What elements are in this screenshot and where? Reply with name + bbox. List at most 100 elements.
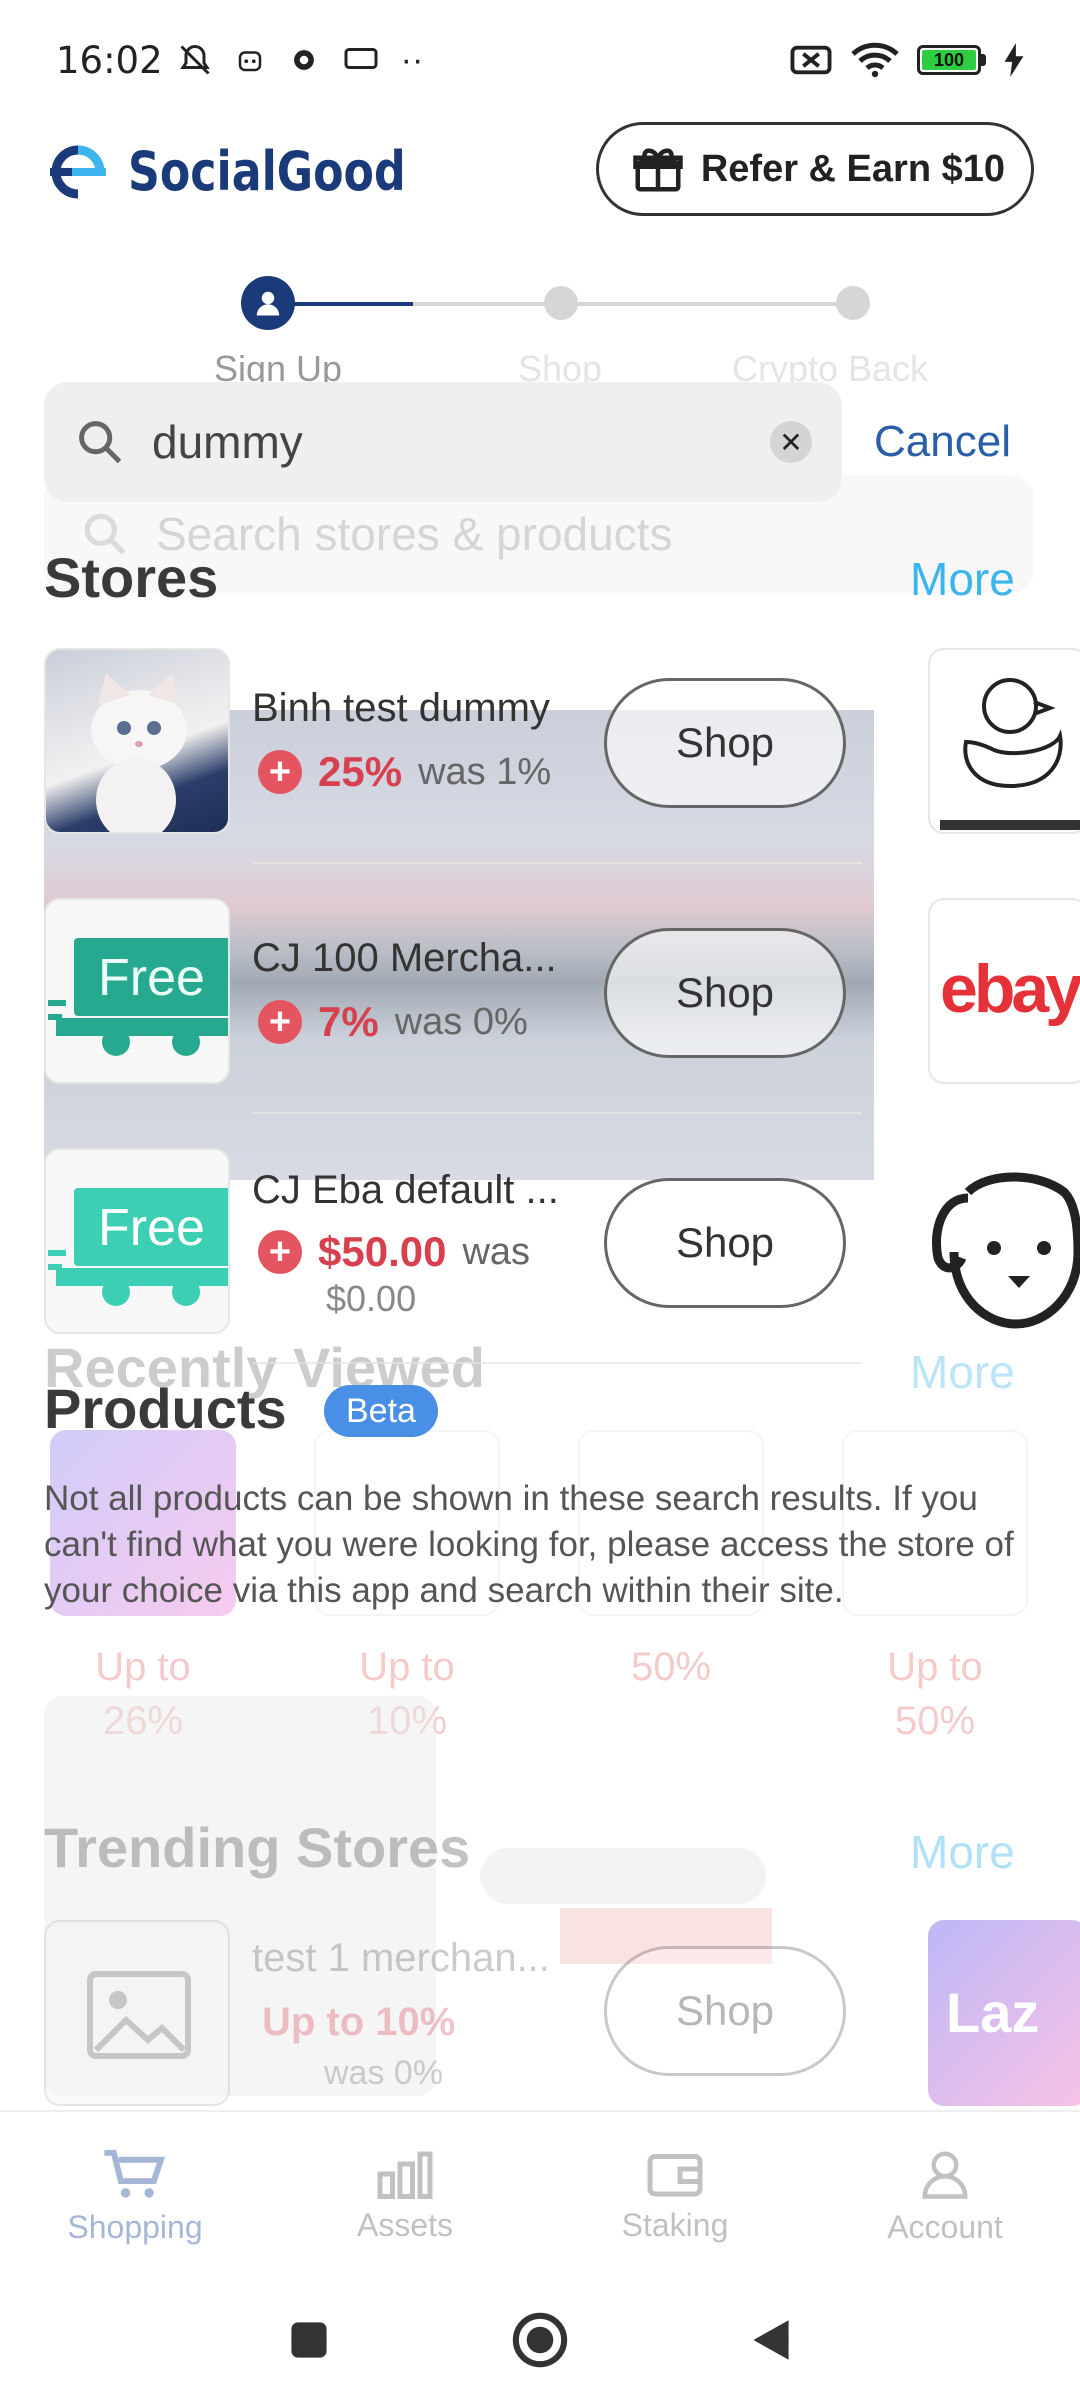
store-rate: $50.00 xyxy=(318,1228,447,1275)
battery-level: 100 xyxy=(922,50,976,70)
trending-shop-button[interactable]: Shop xyxy=(604,1946,846,2076)
brand-name: SocialGood xyxy=(128,140,406,203)
recent-rate-line1: Up to xyxy=(359,1645,455,1689)
nav-staking[interactable]: Staking xyxy=(540,2112,810,2280)
wifi-icon xyxy=(851,42,899,78)
gear-icon xyxy=(293,50,314,70)
recent-item-rate: Up to 50% xyxy=(832,1640,1038,1748)
store-thumb-free-truck: Free xyxy=(44,898,230,1084)
refer-earn-label: Refer & Earn $10 xyxy=(700,147,1005,190)
beta-badge: Beta xyxy=(324,1385,438,1437)
screen-share-icon xyxy=(344,48,378,69)
charging-icon xyxy=(1004,43,1024,77)
trending-store-rate: Up to 10% xyxy=(262,2000,456,2044)
store-card-dog[interactable] xyxy=(928,1148,1080,1334)
socialgood-logo-icon xyxy=(50,145,106,198)
trending-laz-card[interactable]: Laz xyxy=(928,1920,1080,2106)
nav-shopping[interactable]: Shopping xyxy=(0,2112,270,2280)
divider xyxy=(252,1112,862,1114)
dog-face-icon xyxy=(932,1172,1080,1329)
cat-image-icon xyxy=(91,673,187,832)
trending-more-link[interactable]: More xyxy=(910,1825,1015,1879)
store-card-duck[interactable] xyxy=(928,648,1080,834)
recent-rate-line2: 50% xyxy=(894,1699,976,1743)
ebay-logo: ebay xyxy=(940,951,1080,1027)
plus-icon: + xyxy=(258,1230,302,1274)
search-query[interactable]: dummy xyxy=(152,415,744,469)
store-name: CJ 100 Mercha... xyxy=(252,936,557,980)
recents-square-icon[interactable] xyxy=(287,2318,331,2362)
store-row[interactable]: Binh test dummy + 25% was 1% Shop xyxy=(44,648,864,838)
step-signup-dot xyxy=(241,276,295,330)
search-row: dummy ✕ Cancel xyxy=(44,380,1044,504)
products-disclaimer: Not all products can be shown in these s… xyxy=(44,1479,1014,1610)
step-crypto-dot xyxy=(836,286,870,320)
shop-button[interactable]: Shop xyxy=(604,928,846,1058)
recent-rate-line1: Up to xyxy=(95,1645,191,1689)
trending-store-name: test 1 merchan... xyxy=(252,1936,550,1980)
shop-button[interactable]: Shop xyxy=(604,678,846,808)
shopping-cart-icon xyxy=(104,2149,166,2198)
store-name: Binh test dummy xyxy=(252,686,550,730)
status-time: 16:02 xyxy=(56,38,163,82)
products-title: Products xyxy=(44,1377,287,1440)
divider xyxy=(252,1362,862,1364)
trending-store-thumb xyxy=(44,1920,230,2106)
cancel-button[interactable]: Cancel xyxy=(874,417,1011,467)
trending-title: Trending Stores xyxy=(44,1816,471,1879)
store-was-rate: was 1% xyxy=(418,750,552,793)
home-circle-icon[interactable] xyxy=(511,2311,569,2369)
search-input[interactable]: dummy ✕ xyxy=(44,382,842,502)
nav-label: Staking xyxy=(621,2206,729,2243)
product-skeleton-line xyxy=(480,1848,766,1904)
store-was-amount: $0.00 xyxy=(326,1278,417,1319)
recent-item-rate: 50% xyxy=(568,1640,774,1694)
app-logo[interactable]: SocialGood xyxy=(42,140,467,203)
free-label: Free xyxy=(98,1199,205,1257)
store-was-rate: was 0% xyxy=(394,1000,528,1043)
shop-button[interactable]: Shop xyxy=(604,1178,846,1308)
back-triangle-icon[interactable] xyxy=(749,2315,793,2365)
step-shop-dot xyxy=(544,286,578,320)
gift-icon xyxy=(633,148,683,192)
divider xyxy=(252,862,862,864)
app-header: SocialGood Refer & Earn $10 xyxy=(0,120,1080,280)
robot-icon xyxy=(238,51,261,72)
nav-label: Shopping xyxy=(67,2208,203,2245)
wallet-icon xyxy=(647,2153,703,2196)
store-card-ebay[interactable]: ebay xyxy=(928,898,1080,1084)
user-icon xyxy=(922,2151,968,2199)
free-label: Free xyxy=(98,949,205,1007)
store-row[interactable]: Free CJ 100 Mercha... + 7% was 0% Shop xyxy=(44,898,864,1088)
nav-label: Assets xyxy=(356,2206,454,2243)
sim-off-icon xyxy=(790,45,832,75)
ghost-search-placeholder: Search stores & products xyxy=(156,508,673,560)
recent-rate-line1: 50% xyxy=(630,1645,712,1689)
nav-assets[interactable]: Assets xyxy=(270,2112,540,2280)
store-name: CJ Eba default ... xyxy=(252,1168,559,1212)
stores-more-link[interactable]: More xyxy=(910,552,1015,606)
trending-store-was: was 0% xyxy=(324,2054,444,2092)
bottom-navigation: Shopping Assets Staking Account xyxy=(0,2110,1080,2280)
nav-label: Account xyxy=(887,2208,1003,2245)
refer-earn-button[interactable]: Refer & Earn $10 xyxy=(595,122,1034,216)
store-row[interactable]: Free CJ Eba default ... + $50.00 was $0.… xyxy=(44,1148,864,1338)
search-icon xyxy=(79,421,122,464)
clear-search-button[interactable]: ✕ xyxy=(770,421,812,463)
plus-icon: + xyxy=(258,750,302,794)
store-was-rate: was xyxy=(462,1230,531,1273)
mute-bell-icon xyxy=(179,44,210,75)
store-thumb-cat xyxy=(44,648,230,834)
system-navigation xyxy=(0,2280,1080,2400)
user-icon xyxy=(256,291,280,316)
more-dots-icon: ·· xyxy=(400,40,424,79)
battery-icon: 100 xyxy=(917,45,986,75)
stores-title: Stores xyxy=(44,546,219,609)
close-icon: ✕ xyxy=(779,426,803,458)
store-rate: 25% xyxy=(318,748,403,795)
nav-account[interactable]: Account xyxy=(810,2112,1080,2280)
bar-chart-icon xyxy=(377,2151,433,2199)
step-track xyxy=(413,302,853,306)
status-bar: 16:02 ·· 100 xyxy=(0,0,1080,120)
recently-viewed-more-link[interactable]: More xyxy=(910,1345,1015,1399)
